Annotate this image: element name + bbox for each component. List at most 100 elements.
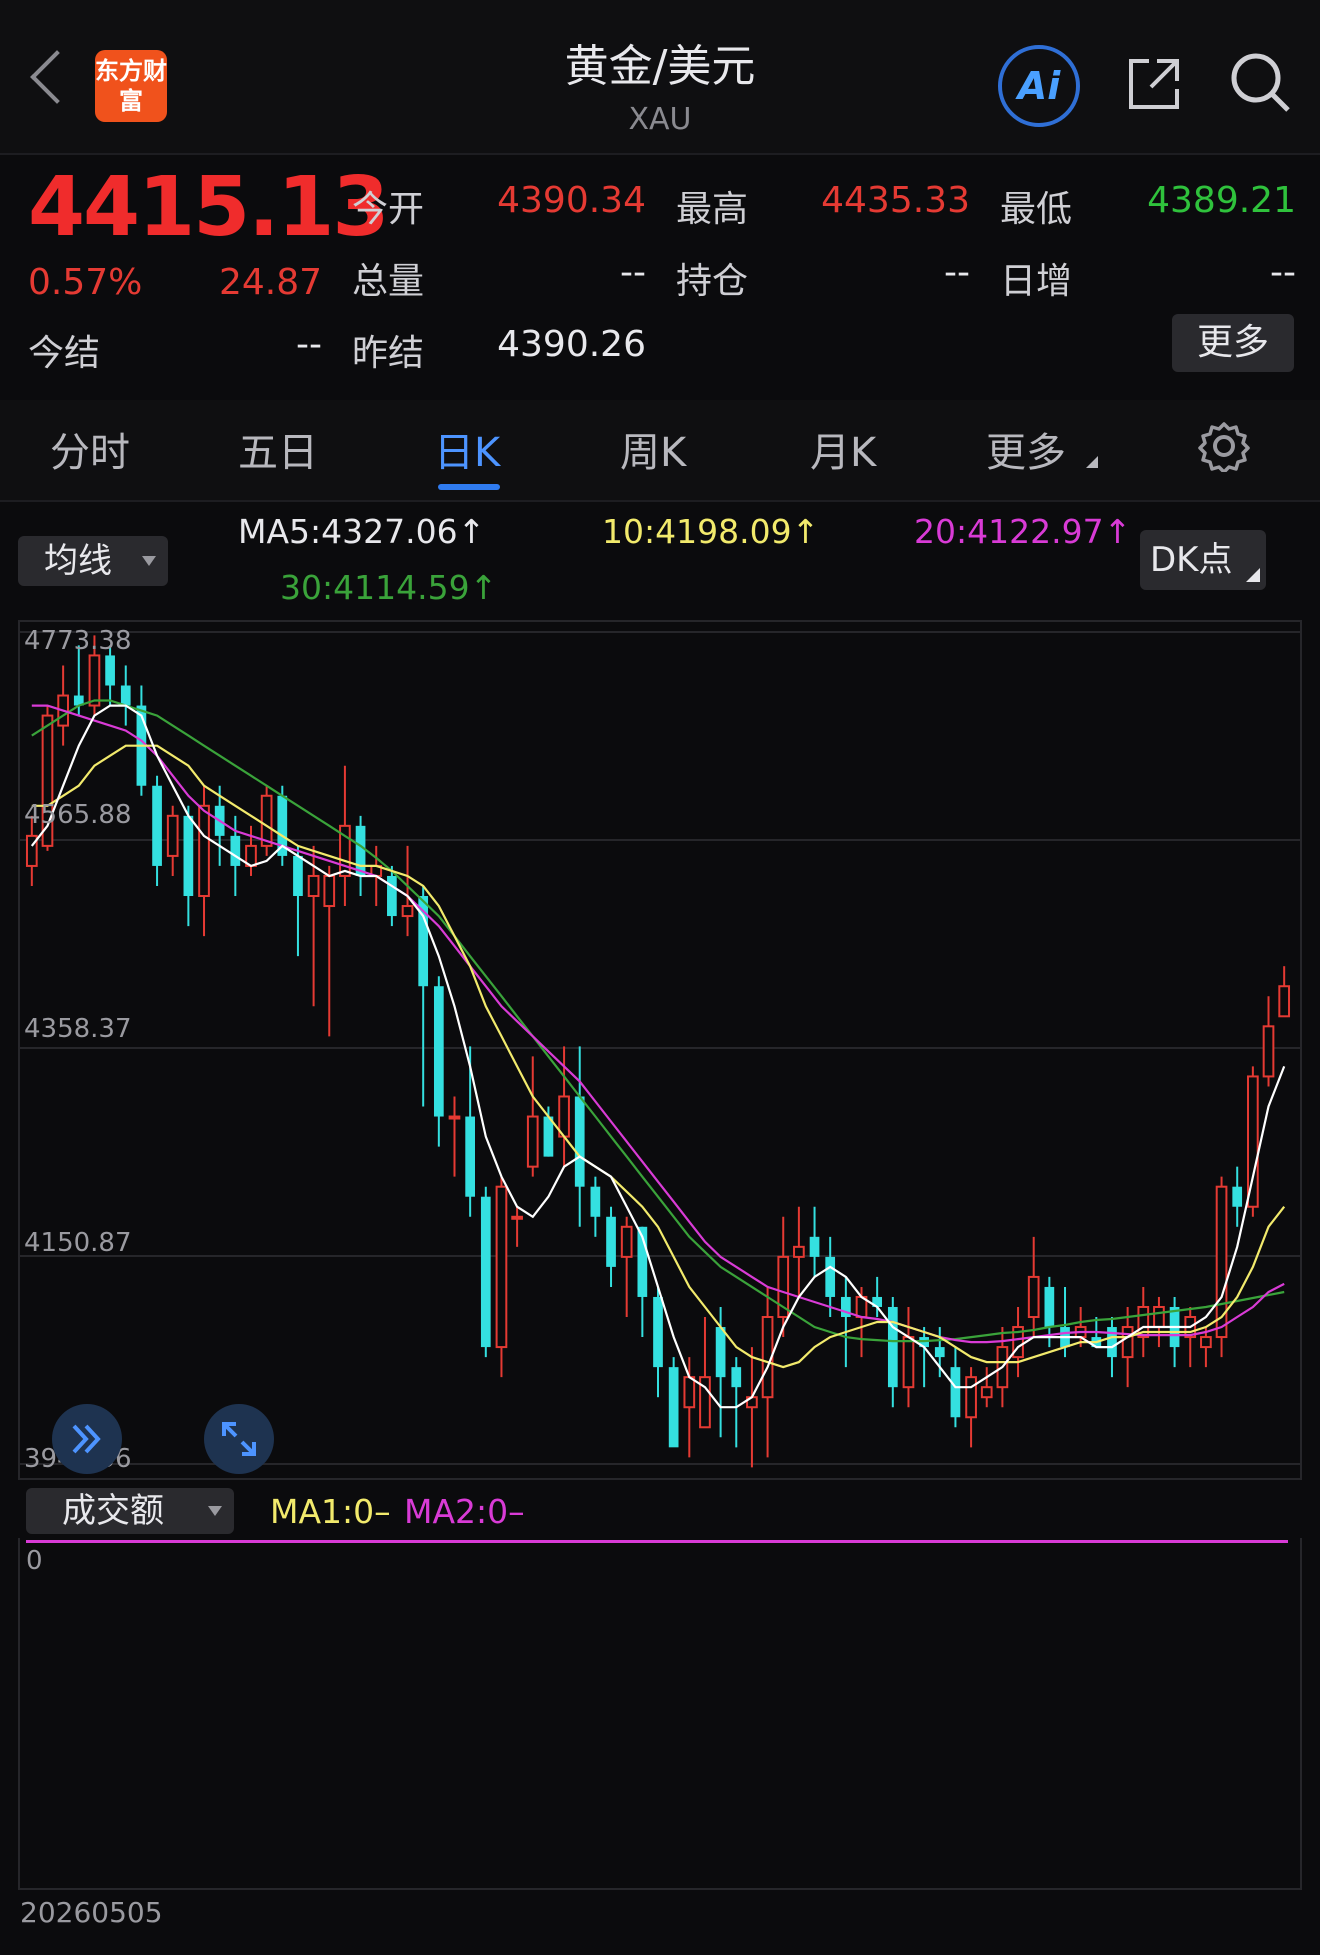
last-price: 4415.13 — [28, 160, 389, 255]
high-label: 最高 — [676, 189, 749, 230]
candle-body — [653, 1296, 663, 1368]
candle-body — [387, 875, 397, 917]
candle-body — [950, 1367, 961, 1418]
tab-more-corner-icon — [1086, 456, 1098, 468]
change-percent: 0.57% — [28, 262, 143, 303]
daily-increase-value: -- — [1270, 252, 1296, 293]
share-icon[interactable] — [1125, 55, 1183, 113]
volume-indicator-selector[interactable]: 成交额 — [26, 1488, 234, 1534]
candle-body — [1153, 1305, 1165, 1329]
candle-body — [495, 1185, 508, 1349]
candle-body — [809, 1236, 820, 1257]
volume-zero-label: 0 — [26, 1546, 43, 1576]
open-interest-label: 持仓 — [676, 261, 749, 302]
dk-point-button[interactable]: DK点 — [1140, 530, 1266, 590]
tab-daily-k[interactable]: 日K — [434, 420, 500, 478]
ma10-value: 10:4198.09 — [602, 512, 792, 551]
y-tick-label: 4773.38 — [24, 626, 132, 656]
vol-ma1-readout: MA1:0– — [270, 1492, 391, 1531]
candle-body — [183, 815, 194, 897]
candle-body — [980, 1386, 993, 1399]
ma20-readout: 20:4122.97↑ — [914, 512, 1131, 551]
header-divider — [0, 153, 1320, 155]
candle-body — [480, 1196, 491, 1348]
ma10-arrow-icon: ↑ — [791, 512, 820, 551]
candle-body — [606, 1216, 616, 1267]
candle-body — [590, 1186, 601, 1217]
ai-assistant-button[interactable]: Ai — [998, 45, 1080, 127]
scroll-latest-button[interactable] — [52, 1404, 122, 1474]
dk-corner-icon — [1246, 568, 1260, 582]
expand-arrows-icon — [222, 1422, 256, 1456]
candle-body — [574, 1096, 585, 1187]
candle-body — [120, 685, 131, 706]
ma20-value: 20:4122.97 — [914, 512, 1104, 551]
candle-body — [323, 874, 336, 908]
candle-body — [105, 655, 115, 686]
candle-body — [198, 804, 210, 898]
prev-settle-label: 昨结 — [352, 333, 425, 374]
candle-body — [683, 1376, 696, 1409]
candle-body — [152, 785, 162, 866]
candle-body — [1262, 1025, 1275, 1078]
candle-body — [1278, 985, 1291, 1018]
tabs-divider — [0, 500, 1320, 502]
candle-body — [965, 1376, 977, 1419]
settle-value: -- — [296, 324, 322, 365]
candle-body — [260, 794, 273, 847]
ma5-value: MA5:4327.06 — [238, 512, 458, 551]
volume-label: 总量 — [352, 261, 425, 302]
tab-five-day[interactable]: 五日 — [238, 420, 318, 478]
active-tab-indicator — [438, 484, 500, 490]
volume-chart-frame — [18, 1538, 1302, 1890]
low-label: 最低 — [1000, 189, 1073, 230]
search-icon[interactable] — [1228, 50, 1292, 114]
ma30-arrow-icon: ↑ — [469, 568, 498, 607]
tab-weekly-k[interactable]: 周K — [620, 420, 686, 478]
indicator-selector[interactable]: 均线 — [18, 536, 168, 586]
ma20-arrow-icon: ↑ — [1103, 512, 1132, 551]
tab-monthly-k[interactable]: 月K — [810, 420, 876, 478]
candle-body — [825, 1256, 836, 1297]
candle-body — [230, 835, 241, 866]
y-tick-label: 4358.37 — [24, 1014, 132, 1044]
high-value: 4435.33 — [821, 180, 970, 221]
candle-body — [511, 1215, 523, 1220]
gear-icon[interactable] — [1198, 420, 1250, 472]
double-chevron-right-icon — [72, 1424, 101, 1454]
change-value: 24.87 — [218, 262, 322, 303]
candle-body — [465, 1116, 476, 1197]
candle-body — [715, 1327, 726, 1378]
quote-more-button[interactable]: 更多 — [1172, 314, 1294, 372]
candle-body — [731, 1367, 742, 1388]
tab-intraday[interactable]: 分时 — [50, 420, 130, 478]
fullscreen-button[interactable] — [204, 1404, 274, 1474]
candle-body — [887, 1306, 898, 1388]
chevron-down-icon — [142, 556, 156, 566]
low-value: 4389.21 — [1147, 180, 1296, 221]
y-tick-label: 4565.88 — [24, 800, 132, 830]
ma5-arrow-icon: ↑ — [457, 512, 486, 551]
daily-increase-label: 日增 — [1000, 261, 1073, 302]
tab-more[interactable]: 更多 — [986, 420, 1066, 478]
candle-body — [166, 814, 179, 857]
indicator-selector-label: 均线 — [44, 541, 112, 581]
page-subtitle: XAU — [628, 102, 692, 137]
candle-body — [793, 1245, 805, 1258]
y-tick-label: 4150.87 — [24, 1228, 132, 1258]
candle-body — [401, 905, 414, 918]
candle-body — [307, 874, 320, 898]
settle-label: 今结 — [28, 333, 101, 374]
candle-body — [1107, 1327, 1117, 1358]
candle-body — [355, 825, 366, 876]
candle-body — [88, 654, 101, 707]
candle-body — [620, 1225, 633, 1258]
kline-chart[interactable] — [18, 620, 1302, 1480]
candle-body — [1215, 1185, 1228, 1339]
ma30-value: 30:4114.59 — [280, 568, 470, 607]
chevron-down-icon — [208, 1506, 222, 1516]
ma10-readout: 10:4198.09↑ — [602, 512, 819, 551]
volume-value: -- — [620, 252, 646, 293]
candle-body — [433, 986, 444, 1117]
candle-body — [934, 1347, 945, 1358]
